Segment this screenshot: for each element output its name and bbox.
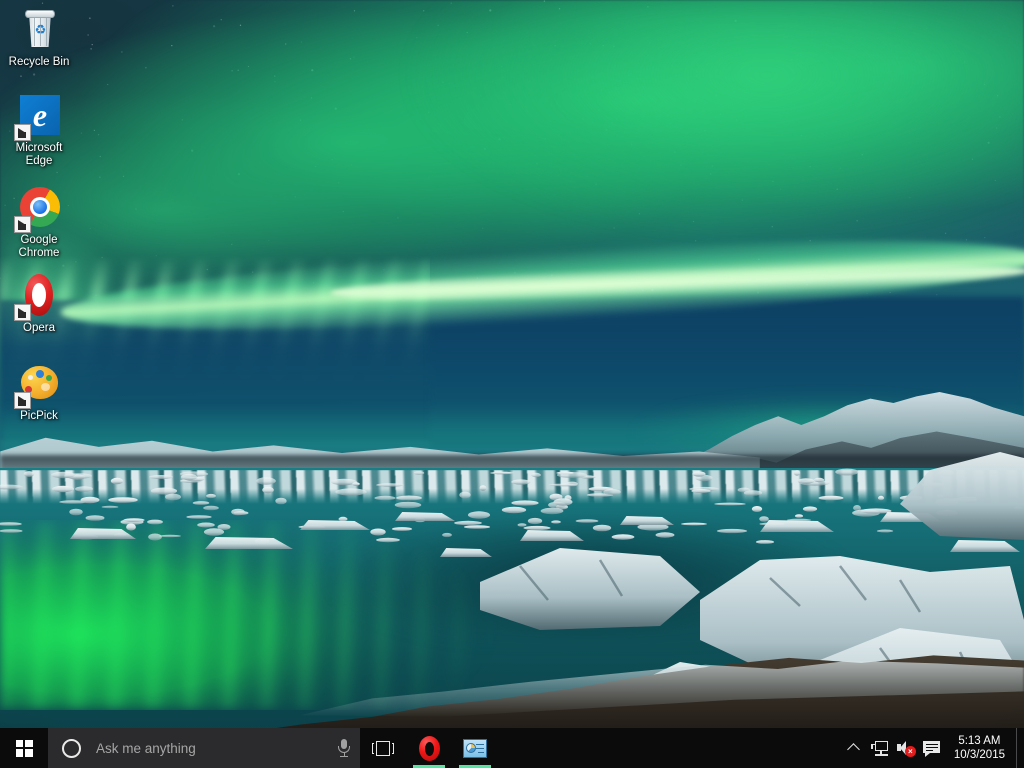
desktop-icon-opera[interactable]: Opera — [0, 272, 78, 335]
cortana-circle-icon[interactable] — [62, 738, 81, 758]
action-center-icon — [923, 740, 941, 757]
tray-network-button[interactable] — [867, 728, 893, 768]
mute-badge-icon: × — [904, 746, 916, 757]
desktop-icon-label: Recycle Bin — [8, 56, 70, 68]
network-icon — [871, 740, 889, 756]
start-button[interactable] — [0, 728, 48, 768]
edge-icon: e — [14, 92, 63, 141]
task-view-icon — [372, 740, 394, 756]
wallpaper-vignette — [0, 0, 1024, 768]
task-view-button[interactable] — [360, 728, 406, 768]
shortcut-arrow-icon — [14, 392, 31, 409]
picpick-icon — [14, 360, 63, 409]
chevron-up-icon — [847, 743, 861, 756]
search-input[interactable]: Ask me anything — [48, 728, 360, 768]
taskbar-app-system-properties[interactable] — [452, 728, 498, 768]
search-placeholder: Ask me anything — [96, 740, 196, 756]
show-desktop-button[interactable] — [1016, 728, 1024, 768]
chrome-icon — [14, 184, 63, 233]
shortcut-arrow-icon — [14, 304, 31, 321]
recycle-bin-icon: ♻ — [15, 6, 63, 54]
opera-icon — [14, 272, 63, 321]
desktop[interactable]: ♻ Recycle Bin e Microsoft Edge Google Ch… — [0, 0, 1024, 768]
microphone-icon[interactable] — [336, 738, 352, 758]
system-properties-icon — [463, 738, 487, 758]
taskbar-app-opera[interactable] — [406, 728, 452, 768]
desktop-icon-label: Microsoft Edge — [15, 142, 63, 167]
clock-time: 5:13 AM — [958, 735, 1001, 747]
tray-overflow-button[interactable] — [841, 728, 867, 768]
windows-logo-icon — [15, 739, 33, 757]
shortcut-arrow-icon — [14, 124, 31, 141]
desktop-icon-google-chrome[interactable]: Google Chrome — [0, 184, 78, 260]
system-tray[interactable]: × 5:13 AM 10/3/2015 — [841, 728, 1024, 768]
desktop-icon-microsoft-edge[interactable]: e Microsoft Edge — [0, 92, 78, 168]
tray-volume-button[interactable]: × — [893, 728, 919, 768]
speaker-muted-icon: × — [896, 740, 916, 757]
desktop-icon-recycle-bin[interactable]: ♻ Recycle Bin — [0, 6, 78, 69]
shortcut-arrow-icon — [14, 216, 31, 233]
desktop-icon-label: Opera — [23, 322, 55, 334]
desktop-icon-picpick[interactable]: PicPick — [0, 360, 78, 423]
tray-action-center-button[interactable] — [919, 728, 945, 768]
taskbar[interactable]: Ask me anything × 5:13 AM 10/3/2015 — [0, 728, 1024, 768]
opera-icon — [418, 735, 440, 761]
desktop-icon-label: Google Chrome — [18, 234, 60, 259]
desktop-icon-label: PicPick — [20, 410, 58, 422]
clock-date: 10/3/2015 — [953, 749, 1005, 761]
taskbar-clock[interactable]: 5:13 AM 10/3/2015 — [945, 728, 1016, 768]
